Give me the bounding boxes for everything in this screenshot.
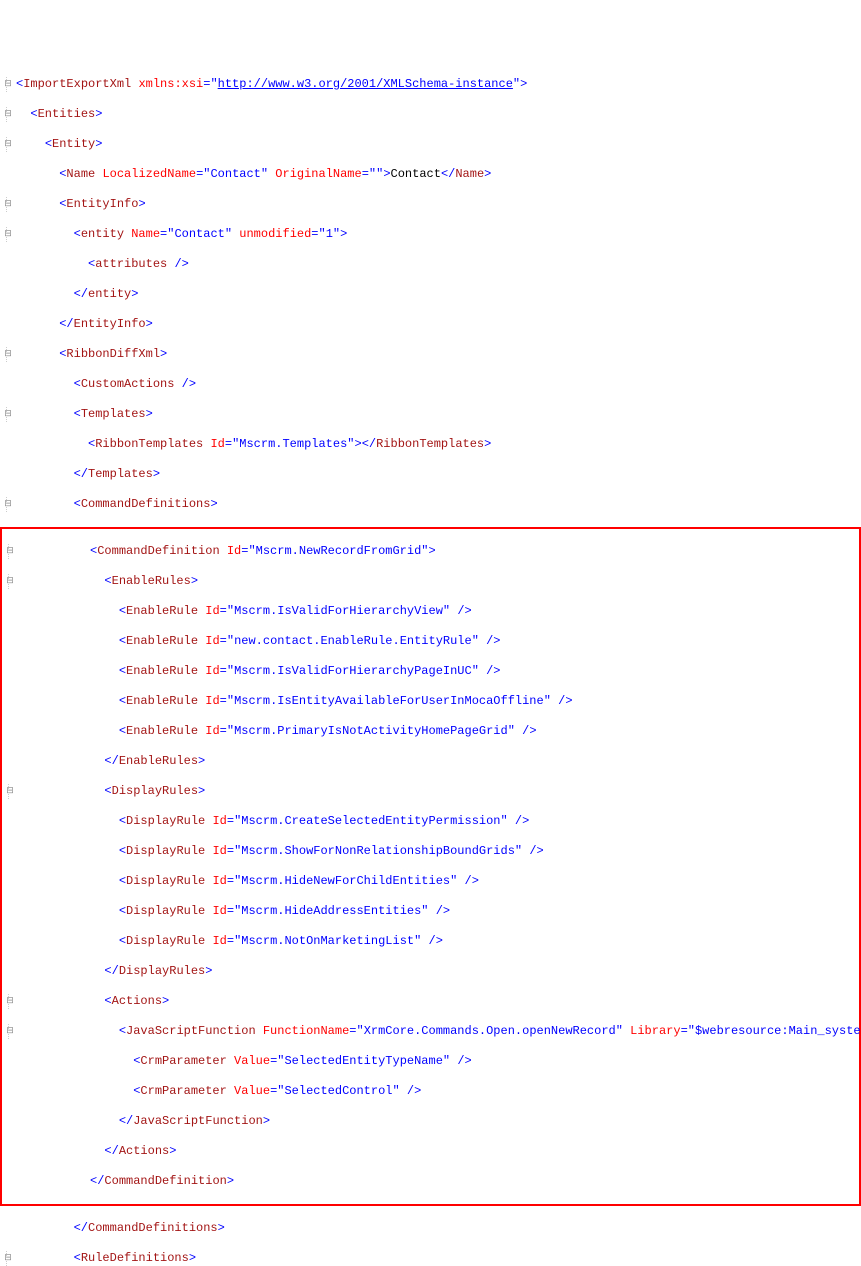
xml-line: </EntityInfo> — [0, 317, 861, 332]
fold-gutter[interactable]: ⊟ — [0, 407, 16, 422]
crmparam-1: SelectedEntityTypeName — [284, 1054, 442, 1068]
root-tag: ImportExportXml — [23, 77, 131, 91]
ribbontemplates-tag: RibbonTemplates — [95, 437, 203, 451]
ruledefs-tag: RuleDefinitions — [81, 1251, 189, 1265]
displayrule-2: Mscrm.ShowForNonRelationshipBoundGrids — [241, 844, 515, 858]
xml-line: <DisplayRule Id="Mscrm.ShowForNonRelatio… — [2, 844, 859, 859]
displayrule-4: Mscrm.HideAddressEntities — [241, 904, 421, 918]
customactions-tag: CustomActions — [81, 377, 175, 391]
xml-line: <CrmParameter Value="SelectedEntityTypeN… — [2, 1054, 859, 1069]
commanddefs-tag: CommandDefinitions — [81, 497, 211, 511]
fold-gutter[interactable]: ⊟ — [0, 1251, 16, 1266]
enablerule-1: Mscrm.IsValidForHierarchyView — [234, 604, 443, 618]
xml-line: <EnableRule Id="new.contact.EnableRule.E… — [2, 634, 859, 649]
xml-line: <attributes /> — [0, 257, 861, 272]
fold-gutter[interactable]: ⊟ — [2, 994, 18, 1009]
xml-line: ⊟ <EnableRules> — [2, 574, 859, 589]
fold-gutter[interactable]: ⊟ — [2, 544, 18, 559]
fold-gutter[interactable]: ⊟ — [2, 784, 18, 799]
xml-line: </CommandDefinition> — [2, 1174, 859, 1189]
xml-line: <DisplayRule Id="Mscrm.NotOnMarketingLis… — [2, 934, 859, 949]
xml-line: ⊟ <DisplayRules> — [2, 784, 859, 799]
enablerule-5: Mscrm.PrimaryIsNotActivityHomePageGrid — [234, 724, 508, 738]
xml-line: ⊟ <JavaScriptFunction FunctionName="XrmC… — [2, 1024, 859, 1039]
displayrule-1: Mscrm.CreateSelectedEntityPermission — [241, 814, 500, 828]
fold-gutter[interactable]: ⊟ — [0, 77, 16, 92]
entityinfo-tag: EntityInfo — [66, 197, 138, 211]
ribbondiff-tag: RibbonDiffXml — [66, 347, 160, 361]
attributes-tag: attributes — [95, 257, 167, 271]
xml-line: ⊟ <Actions> — [2, 994, 859, 1009]
enablerules-tag: EnableRules — [112, 574, 191, 588]
xml-line: </entity> — [0, 287, 861, 302]
fold-gutter[interactable]: ⊟ — [0, 227, 16, 242]
entity-inner-tag: entity — [81, 227, 124, 241]
xml-line: </CommandDefinitions> — [0, 1221, 861, 1236]
templates-tag: Templates — [81, 407, 146, 421]
fold-gutter[interactable]: ⊟ — [2, 1024, 18, 1039]
enablerule-3: Mscrm.IsValidForHierarchyPageInUC — [234, 664, 472, 678]
xml-line: ⊟ <Templates> — [0, 407, 861, 422]
xml-line: <DisplayRule Id="Mscrm.CreateSelectedEnt… — [2, 814, 859, 829]
xml-line: ⊟<ImportExportXml xmlns:xsi="http://www.… — [0, 77, 861, 92]
xml-line: </EnableRules> — [2, 754, 859, 769]
xml-line: <DisplayRule Id="Mscrm.HideAddressEntiti… — [2, 904, 859, 919]
enablerule-4: Mscrm.IsEntityAvailableForUserInMocaOffl… — [234, 694, 544, 708]
xml-line: </Actions> — [2, 1144, 859, 1159]
xml-line: ⊟ <CommandDefinitions> — [0, 497, 861, 512]
xml-line: <Name LocalizedName="Contact" OriginalNa… — [0, 167, 861, 182]
xml-line: <CustomActions /> — [0, 377, 861, 392]
displayrules-tag: DisplayRules — [112, 784, 198, 798]
fold-gutter[interactable]: ⊟ — [0, 197, 16, 212]
fold-gutter[interactable]: ⊟ — [2, 574, 18, 589]
xml-line: <EnableRule Id="Mscrm.IsEntityAvailableF… — [2, 694, 859, 709]
xml-code-viewer: ⊟<ImportExportXml xmlns:xsi="http://www.… — [0, 62, 861, 1266]
xml-line: ⊟ <entity Name="Contact" unmodified="1"> — [0, 227, 861, 242]
actions-tag: Actions — [112, 994, 162, 1008]
xml-line: </DisplayRules> — [2, 964, 859, 979]
xml-line: <EnableRule Id="Mscrm.IsValidForHierarch… — [2, 664, 859, 679]
fold-gutter[interactable]: ⊟ — [0, 137, 16, 152]
name-tag: Name — [66, 167, 95, 181]
xml-line: </JavaScriptFunction> — [2, 1114, 859, 1129]
xml-line: <EnableRule Id="Mscrm.PrimaryIsNotActivi… — [2, 724, 859, 739]
xml-line: ⊟ <RuleDefinitions> — [0, 1251, 861, 1266]
displayrule-5: Mscrm.NotOnMarketingList — [241, 934, 414, 948]
fold-gutter[interactable]: ⊟ — [0, 347, 16, 362]
xml-line: </Templates> — [0, 467, 861, 482]
xml-line: <RibbonTemplates Id="Mscrm.Templates"></… — [0, 437, 861, 452]
entity-tag: Entity — [52, 137, 95, 151]
commanddef-tag: CommandDefinition — [97, 544, 219, 558]
root-attr: xmlns:xsi — [138, 77, 203, 91]
displayrule-3: Mscrm.HideNewForChildEntities — [241, 874, 450, 888]
jsfunc-tag: JavaScriptFunction — [126, 1024, 256, 1038]
highlighted-block: ⊟ <CommandDefinition Id="Mscrm.NewRecord… — [0, 527, 861, 1206]
xml-line: ⊟ <Entity> — [0, 137, 861, 152]
xml-line: <DisplayRule Id="Mscrm.HideNewForChildEn… — [2, 874, 859, 889]
xml-line: <CrmParameter Value="SelectedControl" /> — [2, 1084, 859, 1099]
xml-line: ⊟ <EntityInfo> — [0, 197, 861, 212]
xml-line: ⊟ <CommandDefinition Id="Mscrm.NewRecord… — [2, 544, 859, 559]
fold-gutter[interactable]: ⊟ — [0, 497, 16, 512]
xml-line: ⊟ <RibbonDiffXml> — [0, 347, 861, 362]
crmparam-2: SelectedControl — [284, 1084, 392, 1098]
fold-gutter[interactable]: ⊟ — [0, 107, 16, 122]
enablerule-2: new.contact.EnableRule.EntityRule — [234, 634, 472, 648]
xml-line: <EnableRule Id="Mscrm.IsValidForHierarch… — [2, 604, 859, 619]
xml-line: ⊟ <Entities> — [0, 107, 861, 122]
entities-tag: Entities — [38, 107, 96, 121]
xsi-url[interactable]: http://www.w3.org/2001/XMLSchema-instanc… — [218, 77, 513, 91]
